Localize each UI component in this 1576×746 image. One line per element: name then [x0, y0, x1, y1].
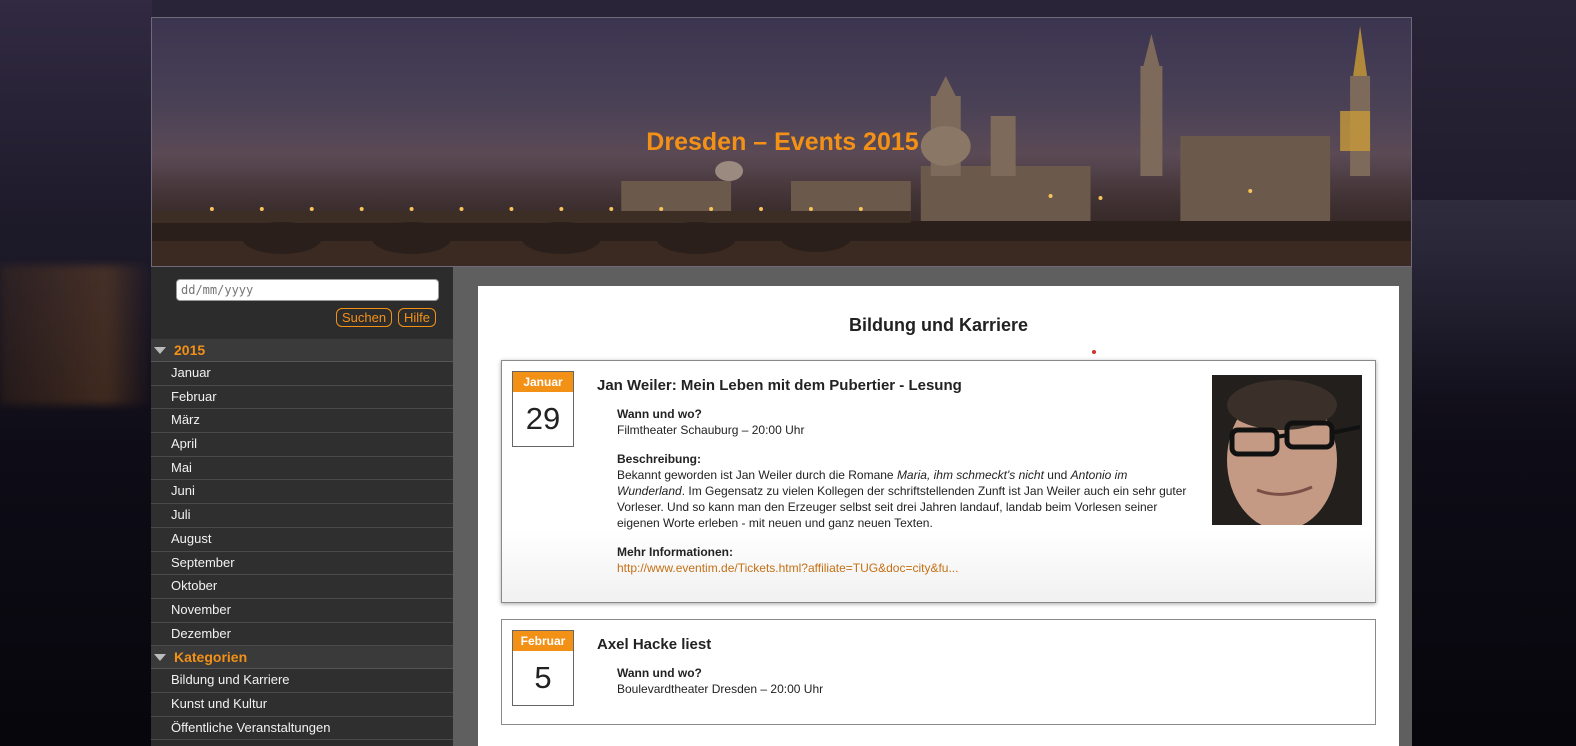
- sidebar-item-month[interactable]: März: [151, 409, 453, 434]
- sidebar: Suchen Hilfe 2015 Januar Februar März Ap…: [151, 267, 453, 746]
- event-details: Wann und wo? Filmtheater Schauburg – 20:…: [617, 406, 1192, 589]
- search-button[interactable]: Suchen: [336, 308, 393, 327]
- categories-heading-label: Kategorien: [174, 649, 248, 666]
- categories-heading[interactable]: Kategorien: [151, 646, 453, 670]
- description-label: Beschreibung:: [617, 452, 702, 466]
- where-label: Wann und wo?: [617, 407, 702, 421]
- sidebar-item-month[interactable]: August: [151, 527, 453, 552]
- sidebar-item-month[interactable]: Januar: [151, 362, 453, 386]
- event-details: Wann und wo? Boulevardtheater Dresden – …: [617, 665, 1192, 710]
- calendar-day: 29: [525, 401, 561, 436]
- sidebar-item-month[interactable]: Februar: [151, 385, 453, 410]
- event-title: Axel Hacke liest: [597, 636, 712, 653]
- more-info-link[interactable]: http://www.eventim.de/Tickets.html?affil…: [617, 561, 958, 575]
- site-title: Dresden – Events 2015: [646, 128, 919, 156]
- event-title: Jan Weiler: Mein Leben mit dem Pubertier…: [597, 377, 962, 394]
- year-heading[interactable]: 2015: [151, 339, 453, 362]
- calendar-month: Januar: [513, 372, 573, 392]
- calendar-badge: Februar 5: [512, 630, 574, 706]
- sidebar-item-month[interactable]: November: [151, 598, 453, 623]
- sidebar-item-month[interactable]: Oktober: [151, 575, 453, 599]
- description-text: und: [1043, 468, 1071, 482]
- header-banner: Dresden – Events 2015: [151, 17, 1412, 267]
- event-location: Boulevardtheater Dresden – 20:00 Uhr: [617, 682, 824, 696]
- book-title: Maria, ihm schmeckt's nicht: [896, 468, 1044, 482]
- cursor-dot: [1092, 350, 1096, 354]
- calendar-day: 5: [534, 660, 552, 695]
- description-text: . Im Gegensatz zu vielen Kollegen der sc…: [617, 484, 1187, 530]
- calendar-badge: Januar 29: [512, 371, 574, 447]
- description-text: Bekannt geworden ist Jan Weiler durch di…: [617, 468, 897, 482]
- section-title: Bildung und Karriere: [848, 315, 1028, 335]
- year-heading-label: 2015: [174, 342, 206, 358]
- where-label: Wann und wo?: [617, 666, 702, 680]
- event-card: Februar 5 Axel Hacke liest Wann und wo? …: [501, 619, 1376, 725]
- event-location: Filmtheater Schauburg – 20:00 Uhr: [617, 423, 805, 437]
- content-area: Bildung und Karriere Januar 29 Jan Weile…: [453, 267, 1412, 746]
- event-description: Bekannt geworden ist Jan Weiler durch di…: [617, 467, 1192, 531]
- sidebar-item-category[interactable]: Öffentliche Veranstaltungen: [151, 716, 453, 741]
- author-photo: [1212, 375, 1362, 525]
- help-button[interactable]: Hilfe: [398, 308, 437, 327]
- sidebar-item-category[interactable]: Bildung und Karriere: [151, 669, 453, 693]
- sidebar-item-month[interactable]: Juni: [151, 480, 453, 505]
- triangle-down-icon: [154, 653, 166, 661]
- page: Dresden – Events 2015 Suchen Hilfe 2015 …: [151, 17, 1412, 746]
- triangle-down-icon: [154, 346, 166, 354]
- sidebar-item-month[interactable]: Dezember: [151, 622, 453, 647]
- event-card: Januar 29 Jan Weiler: Mein Leben mit dem…: [501, 360, 1376, 603]
- sidebar-item-month[interactable]: April: [151, 433, 453, 457]
- sidebar-item-month[interactable]: September: [151, 551, 453, 576]
- calendar-month: Februar: [513, 631, 573, 651]
- sidebar-item-month[interactable]: Mai: [151, 456, 453, 481]
- date-search-form: Suchen Hilfe: [151, 267, 453, 339]
- date-input[interactable]: [176, 279, 439, 301]
- more-info-label: Mehr Informationen:: [617, 545, 733, 559]
- background-riverbank: [1411, 200, 1576, 400]
- sidebar-item-category[interactable]: Kunst und Kultur: [151, 692, 453, 717]
- content-panel: Bildung und Karriere Januar 29 Jan Weile…: [478, 286, 1399, 746]
- sidebar-item-month[interactable]: Juli: [151, 504, 453, 528]
- background-reflection: [0, 265, 152, 405]
